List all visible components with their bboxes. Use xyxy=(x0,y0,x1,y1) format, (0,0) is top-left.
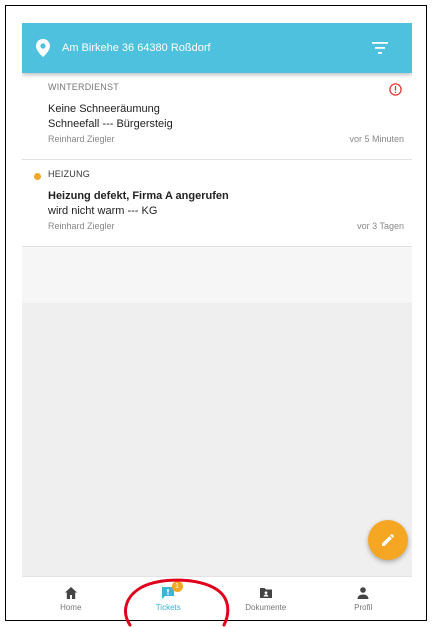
location-pin-icon xyxy=(36,39,50,57)
nav-item-profil[interactable]: Profil xyxy=(315,577,413,620)
screenshot-frame: Am Birkehe 36 64380 Roßdorf WINTERDIENST… xyxy=(5,5,427,621)
ticket-category: WINTERDIENST xyxy=(48,82,119,92)
home-icon xyxy=(64,587,77,599)
new-ticket-button[interactable] xyxy=(368,520,408,560)
ticket-author: Reinhard Ziegler xyxy=(48,221,115,231)
nav-label: Tickets xyxy=(155,603,181,612)
ticket-author: Reinhard Ziegler xyxy=(48,134,115,144)
ticket-list: WINTERDIENST Keine Schneeräumung Schneef… xyxy=(22,73,412,247)
person-icon xyxy=(357,587,369,599)
app-screen: Am Birkehe 36 64380 Roßdorf WINTERDIENST… xyxy=(22,23,413,620)
nav-label: Profil xyxy=(354,603,373,612)
alert-circle-icon xyxy=(389,83,402,96)
nav-item-tickets[interactable]: 1 Tickets xyxy=(120,577,218,620)
bottom-navigation: Home 1 Tickets Dokumente Profil xyxy=(22,576,413,620)
ticket-description: Schneefall --- Bürgersteig xyxy=(48,118,173,130)
pencil-icon xyxy=(382,533,395,546)
ticket-category: HEIZUNG xyxy=(48,169,90,179)
list-footer-area xyxy=(22,247,412,303)
filter-icon[interactable] xyxy=(372,41,388,55)
nav-label: Home xyxy=(60,603,82,612)
app-header: Am Birkehe 36 64380 Roßdorf xyxy=(22,23,412,73)
ticket-title: Heizung defekt, Firma A angerufen xyxy=(48,190,229,202)
nav-label: Dokumente xyxy=(245,603,287,612)
nav-item-home[interactable]: Home xyxy=(22,577,120,620)
ticket-item[interactable]: HEIZUNG Heizung defekt, Firma A angerufe… xyxy=(22,160,412,247)
ticket-time: vor 5 Minuten xyxy=(349,134,404,144)
ticket-item[interactable]: WINTERDIENST Keine Schneeräumung Schneef… xyxy=(22,73,412,160)
unread-dot xyxy=(34,173,41,180)
folder-icon xyxy=(259,588,272,598)
nav-item-dokumente[interactable]: Dokumente xyxy=(217,577,315,620)
tickets-badge: 1 xyxy=(171,581,183,592)
header-address[interactable]: Am Birkehe 36 64380 Roßdorf xyxy=(62,42,372,54)
ticket-description: wird nicht warm --- KG xyxy=(48,205,158,217)
ticket-time: vor 3 Tagen xyxy=(357,221,404,231)
ticket-title: Keine Schneeräumung xyxy=(48,103,160,115)
